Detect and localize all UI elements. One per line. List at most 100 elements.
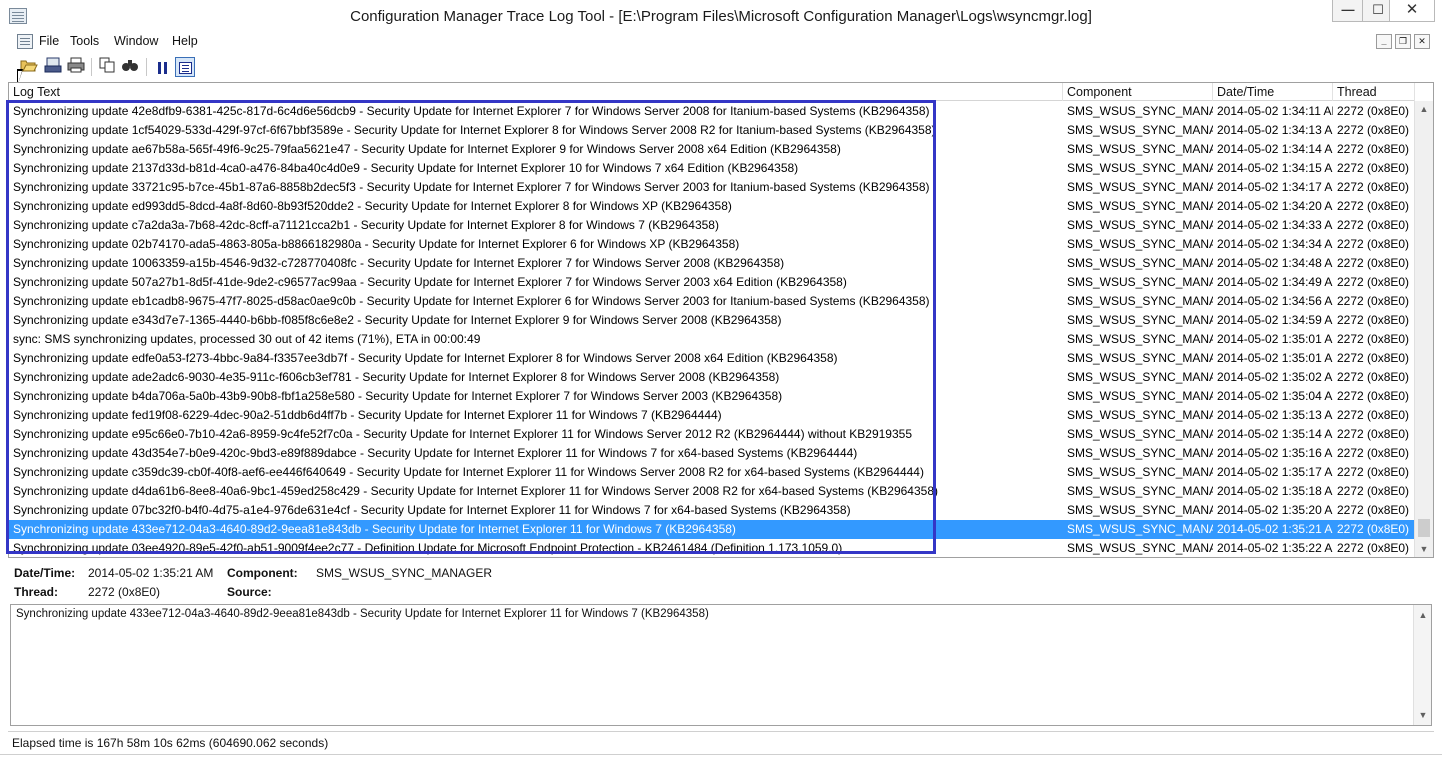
print-preview-icon[interactable] bbox=[43, 57, 63, 77]
log-row[interactable]: Synchronizing update 43d354e7-b0e9-420c-… bbox=[9, 444, 1415, 463]
log-text-cell: Synchronizing update ade2adc6-9030-4e35-… bbox=[13, 370, 780, 384]
child-restore-button[interactable]: ❐ bbox=[1395, 34, 1411, 49]
log-text-cell: Synchronizing update fed19f08-6229-4dec-… bbox=[13, 408, 722, 422]
log-grid[interactable]: Log Text Component Date/Time Thread Sync… bbox=[8, 82, 1434, 558]
log-row[interactable]: Synchronizing update 10063359-a15b-4546-… bbox=[9, 254, 1415, 273]
log-row[interactable]: Synchronizing update 1cf54029-533d-429f-… bbox=[9, 121, 1415, 140]
log-row[interactable]: Synchronizing update 507a27b1-8d5f-41de-… bbox=[9, 273, 1415, 292]
message-textbox[interactable]: Synchronizing update 433ee712-04a3-4640-… bbox=[10, 604, 1432, 726]
message-scrollbar[interactable]: ▲ ▼ bbox=[1413, 605, 1431, 725]
log-rows: Synchronizing update 42e8dfb9-6381-425c-… bbox=[9, 102, 1415, 557]
log-row[interactable]: Synchronizing update e343d7e7-1365-4440-… bbox=[9, 311, 1415, 330]
log-row[interactable]: Synchronizing update 433ee712-04a3-4640-… bbox=[9, 520, 1415, 539]
datetime-cell: 2014-05-02 1:34:48 AM bbox=[1217, 256, 1333, 270]
log-row[interactable]: Synchronizing update 07bc32f0-b4f0-4d75-… bbox=[9, 501, 1415, 520]
status-bar: Elapsed time is 167h 58m 10s 62ms (60469… bbox=[8, 731, 1434, 753]
log-text-cell: Synchronizing update eb1cadb8-9675-47f7-… bbox=[13, 294, 930, 308]
log-row[interactable]: Synchronizing update d4da61b6-8ee8-40a6-… bbox=[9, 482, 1415, 501]
component-label: Component: bbox=[227, 566, 298, 580]
log-row[interactable]: Synchronizing update b4da706a-5a0b-43b9-… bbox=[9, 387, 1415, 406]
log-text-cell: Synchronizing update 1cf54029-533d-429f-… bbox=[13, 123, 936, 137]
message-text: Synchronizing update 433ee712-04a3-4640-… bbox=[16, 608, 709, 620]
thread-cell: 2272 (0x8E0) bbox=[1337, 199, 1410, 213]
thread-cell: 2272 (0x8E0) bbox=[1337, 313, 1410, 327]
scroll-thumb[interactable] bbox=[1418, 519, 1430, 537]
log-text-cell: Synchronizing update 03ee4920-89e5-42f0-… bbox=[13, 541, 843, 555]
message-scroll-up-icon[interactable]: ▲ bbox=[1414, 607, 1432, 623]
log-row[interactable]: Synchronizing update ed993dd5-8dcd-4a8f-… bbox=[9, 197, 1415, 216]
elapsed-time-text: Elapsed time is 167h 58m 10s 62ms (60469… bbox=[12, 736, 329, 750]
log-row[interactable]: Synchronizing update e95c66e0-7b10-42a6-… bbox=[9, 425, 1415, 444]
menu-help[interactable]: Help bbox=[172, 34, 198, 48]
log-text-cell: sync: SMS synchronizing updates, process… bbox=[13, 332, 481, 346]
datetime-cell: 2014-05-02 1:35:18 AM bbox=[1217, 484, 1333, 498]
source-label: Source: bbox=[227, 585, 272, 599]
column-date-time[interactable]: Date/Time bbox=[1213, 83, 1333, 101]
document-icon[interactable] bbox=[17, 34, 33, 49]
child-minimize-button[interactable]: _ bbox=[1376, 34, 1392, 49]
component-cell: SMS_WSUS_SYNC_MANAG bbox=[1067, 541, 1213, 555]
column-log-text[interactable]: Log Text bbox=[9, 83, 1063, 101]
log-row[interactable]: Synchronizing update c7a2da3a-7b68-42dc-… bbox=[9, 216, 1415, 235]
log-row[interactable]: Synchronizing update ae67b58a-565f-49f6-… bbox=[9, 140, 1415, 159]
grid-header: Log Text Component Date/Time Thread bbox=[9, 83, 1415, 101]
log-row[interactable]: Synchronizing update c359dc39-cb0f-40f8-… bbox=[9, 463, 1415, 482]
component-cell: SMS_WSUS_SYNC_MANAG bbox=[1067, 199, 1213, 213]
thread-label: Thread: bbox=[14, 585, 59, 599]
log-row[interactable]: Synchronizing update 03ee4920-89e5-42f0-… bbox=[9, 539, 1415, 557]
column-component[interactable]: Component bbox=[1063, 83, 1213, 101]
component-cell: SMS_WSUS_SYNC_MANAG bbox=[1067, 313, 1213, 327]
scroll-up-icon[interactable]: ▲ bbox=[1415, 101, 1433, 117]
datetime-cell: 2014-05-02 1:34:14 AM bbox=[1217, 142, 1333, 156]
pause-icon[interactable] bbox=[152, 57, 172, 77]
column-thread[interactable]: Thread bbox=[1333, 83, 1415, 101]
message-scroll-down-icon[interactable]: ▼ bbox=[1414, 707, 1432, 723]
component-value: SMS_WSUS_SYNC_MANAGER bbox=[316, 566, 493, 580]
component-cell: SMS_WSUS_SYNC_MANAG bbox=[1067, 427, 1213, 441]
thread-cell: 2272 (0x8E0) bbox=[1337, 123, 1410, 137]
component-cell: SMS_WSUS_SYNC_MANAG bbox=[1067, 218, 1213, 232]
log-row[interactable]: Synchronizing update fed19f08-6229-4dec-… bbox=[9, 406, 1415, 425]
menu-file[interactable]: File bbox=[39, 34, 59, 48]
close-button[interactable]: ✕ bbox=[1389, 0, 1435, 22]
component-cell: SMS_WSUS_SYNC_MANAG bbox=[1067, 465, 1213, 479]
minimize-button[interactable]: — bbox=[1332, 0, 1364, 22]
component-cell: SMS_WSUS_SYNC_MANAG bbox=[1067, 180, 1213, 194]
window-title: Configuration Manager Trace Log Tool - [… bbox=[350, 8, 1092, 25]
copy-icon[interactable] bbox=[97, 57, 117, 77]
datetime-cell: 2014-05-02 1:35:20 AM bbox=[1217, 503, 1333, 517]
log-row[interactable]: sync: SMS synchronizing updates, process… bbox=[9, 330, 1415, 349]
background-window-strip bbox=[0, 754, 1442, 762]
log-row[interactable]: Synchronizing update 42e8dfb9-6381-425c-… bbox=[9, 102, 1415, 121]
toolbar bbox=[8, 54, 1434, 80]
log-row[interactable]: Synchronizing update 33721c95-b7ce-45b1-… bbox=[9, 178, 1415, 197]
print-icon[interactable] bbox=[66, 57, 86, 77]
log-row[interactable]: Synchronizing update eb1cadb8-9675-47f7-… bbox=[9, 292, 1415, 311]
log-text-cell: Synchronizing update 02b74170-ada5-4863-… bbox=[13, 237, 740, 251]
menu-tools[interactable]: Tools bbox=[70, 34, 99, 48]
component-cell: SMS_WSUS_SYNC_MANAG bbox=[1067, 408, 1213, 422]
log-text-cell: Synchronizing update 33721c95-b7ce-45b1-… bbox=[13, 180, 930, 194]
log-text-cell: Synchronizing update c359dc39-cb0f-40f8-… bbox=[13, 465, 924, 479]
log-row[interactable]: Synchronizing update edfe0a53-f273-4bbc-… bbox=[9, 349, 1415, 368]
log-scrollbar[interactable]: ▲ ▼ bbox=[1414, 101, 1433, 557]
scroll-down-icon[interactable]: ▼ bbox=[1415, 541, 1433, 557]
log-row[interactable]: Synchronizing update ade2adc6-9030-4e35-… bbox=[9, 368, 1415, 387]
child-close-button[interactable]: ✕ bbox=[1414, 34, 1430, 49]
thread-cell: 2272 (0x8E0) bbox=[1337, 180, 1410, 194]
log-text-cell: Synchronizing update 07bc32f0-b4f0-4d75-… bbox=[13, 503, 851, 517]
log-row[interactable]: Synchronizing update 02b74170-ada5-4863-… bbox=[9, 235, 1415, 254]
highlight-icon[interactable] bbox=[175, 57, 195, 77]
datetime-cell: 2014-05-02 1:34:59 AM bbox=[1217, 313, 1333, 327]
find-icon[interactable] bbox=[120, 57, 140, 77]
log-text-cell: Synchronizing update c7a2da3a-7b68-42dc-… bbox=[13, 218, 719, 232]
component-cell: SMS_WSUS_SYNC_MANAG bbox=[1067, 294, 1213, 308]
title-bar: Configuration Manager Trace Log Tool - [… bbox=[0, 0, 1442, 32]
component-cell: SMS_WSUS_SYNC_MANAG bbox=[1067, 446, 1213, 460]
thread-cell: 2272 (0x8E0) bbox=[1337, 256, 1410, 270]
log-row[interactable]: Synchronizing update 2137d33d-b81d-4ca0-… bbox=[9, 159, 1415, 178]
datetime-cell: 2014-05-02 1:35:21 AM bbox=[1217, 522, 1333, 536]
menu-window[interactable]: Window bbox=[114, 34, 158, 48]
datetime-cell: 2014-05-02 1:34:34 AM bbox=[1217, 237, 1333, 251]
datetime-cell: 2014-05-02 1:34:11 AM bbox=[1217, 104, 1333, 118]
